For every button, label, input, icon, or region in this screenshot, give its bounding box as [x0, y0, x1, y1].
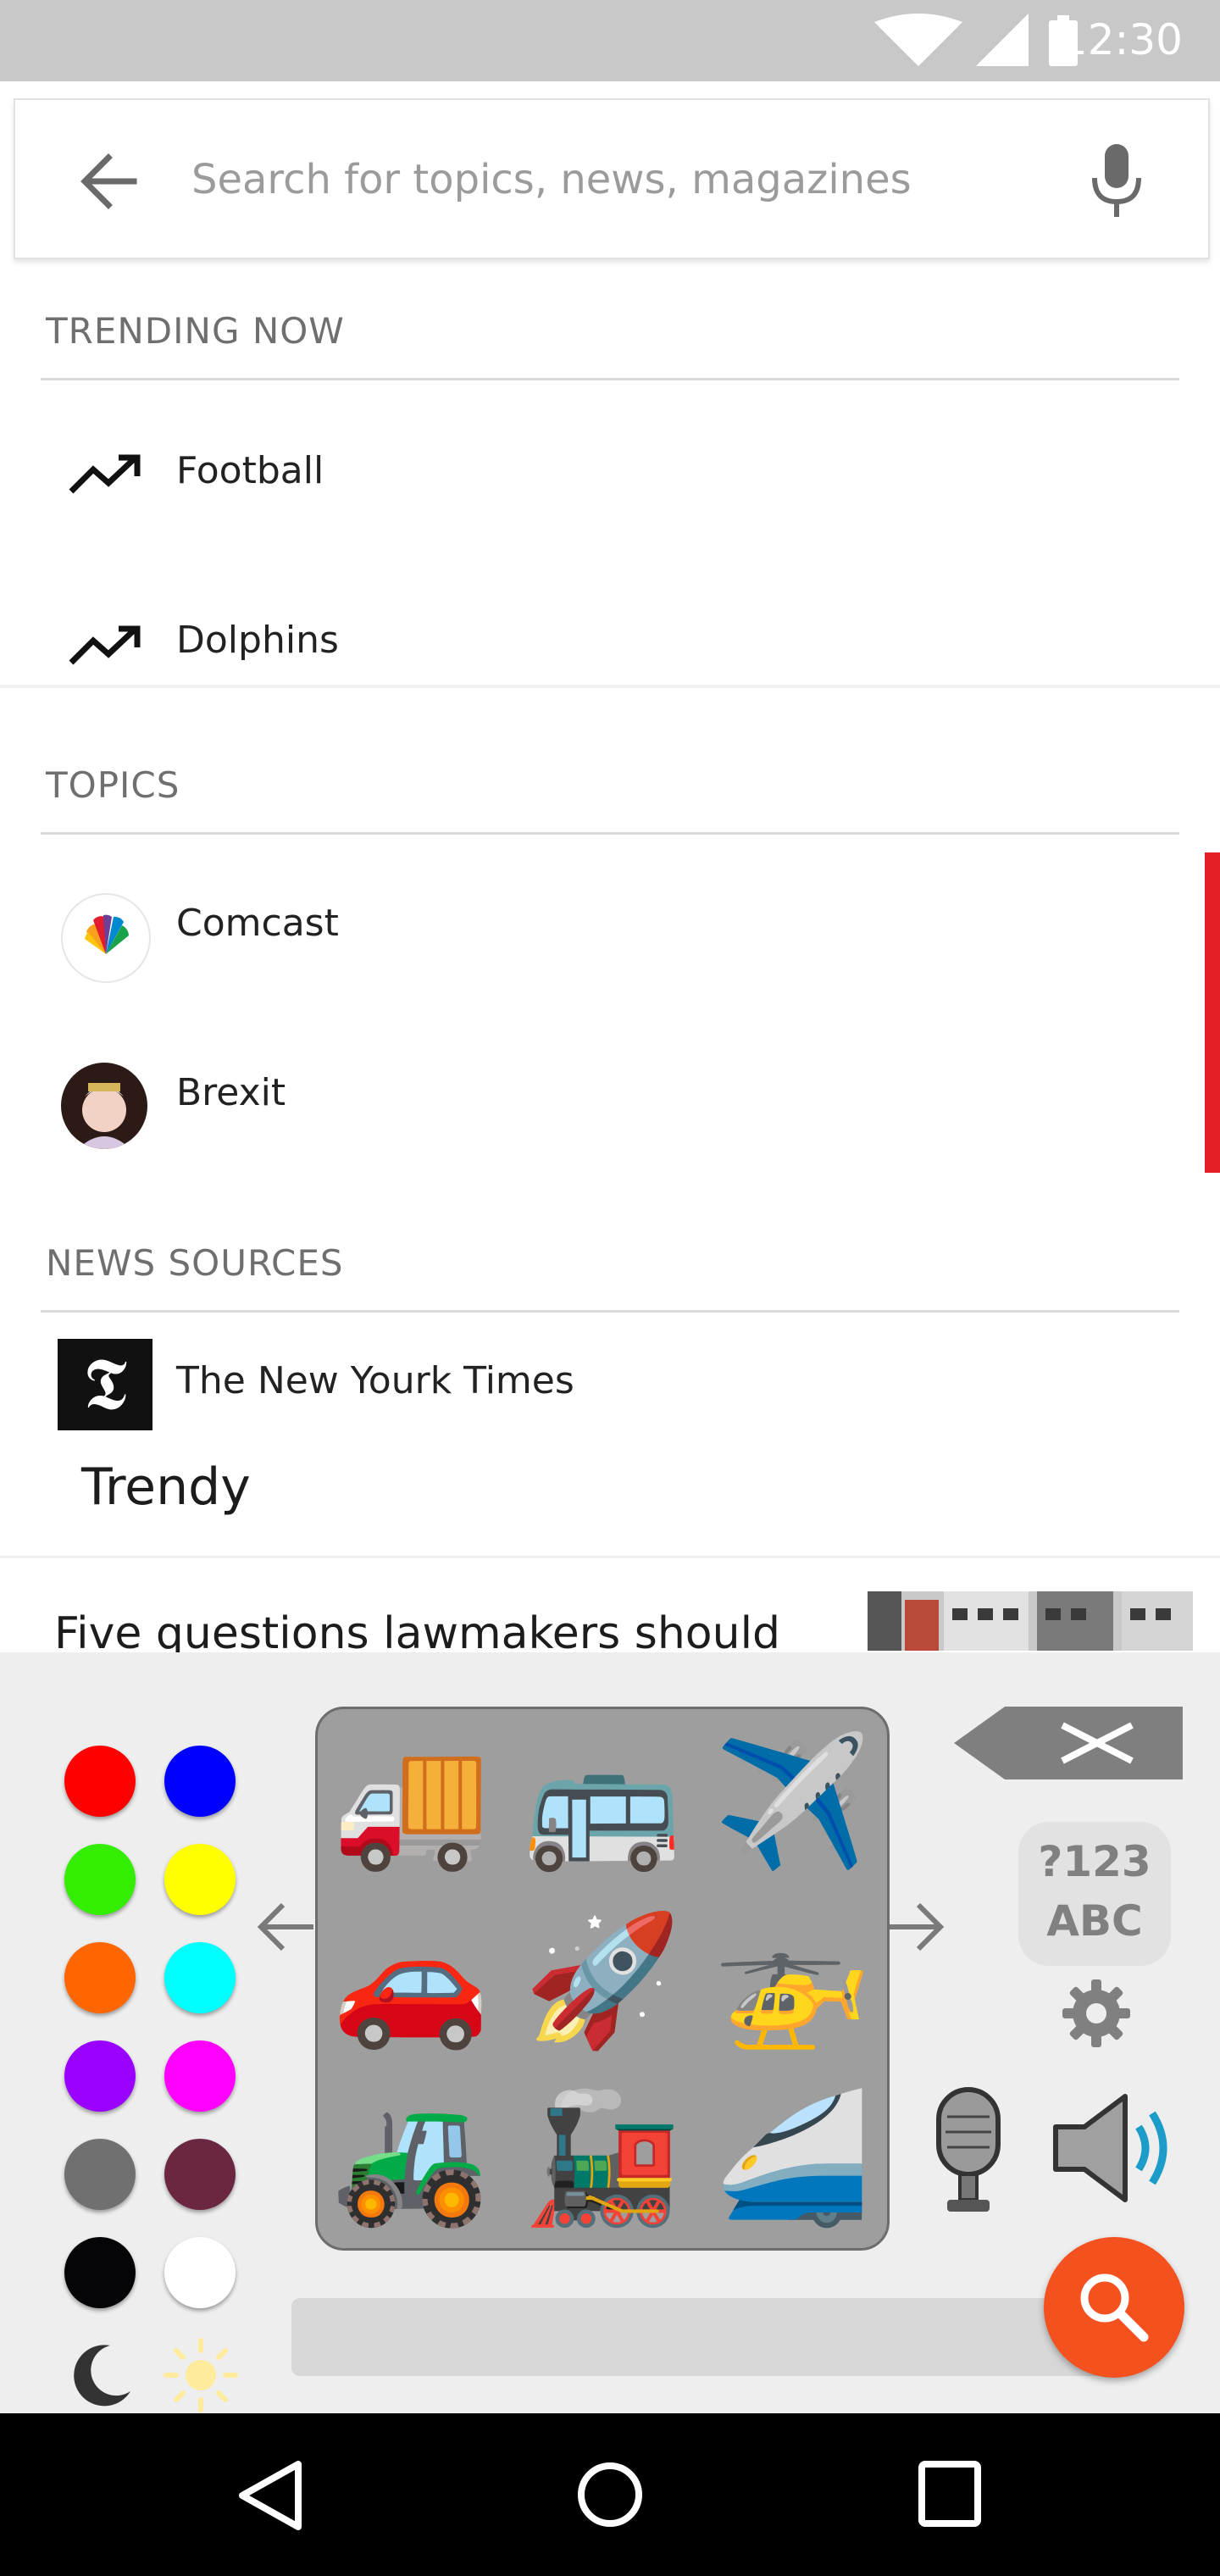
story-thumbnail[interactable] — [868, 1591, 1193, 1651]
status-bar: 12:30 — [0, 0, 1220, 81]
search-fab-button[interactable] — [1044, 2237, 1184, 2378]
feed-divider — [0, 1556, 1220, 1558]
back-arrow-icon — [80, 153, 137, 209]
color-swatch-purple[interactable] — [64, 2040, 136, 2112]
news-sources-header: NEWS SOURCES — [46, 1242, 344, 1284]
voice-search-button[interactable] — [1074, 139, 1159, 224]
news-sources-divider — [41, 1310, 1179, 1313]
system-nav-bar — [0, 2413, 1220, 2576]
news-source-item-nyt[interactable]: 𝕿 The New Yourk Times — [0, 1330, 1220, 1441]
topics-divider — [41, 832, 1179, 835]
bullet-train-emoji[interactable]: 🚄 — [707, 2082, 877, 2235]
trending-header: TRENDING NOW — [46, 310, 345, 352]
sun-icon[interactable] — [163, 2337, 239, 2413]
helicopter-emoji[interactable]: 🚁 — [707, 1904, 877, 2057]
car-emoji[interactable]: 🚗 — [326, 1904, 496, 2057]
next-page-arrow[interactable] — [881, 1893, 949, 1978]
color-swatch-orange[interactable] — [64, 1942, 136, 2013]
news-source-label: The New Yourk Times — [176, 1359, 574, 1402]
topic-item-label: Brexit — [176, 1071, 286, 1114]
cellular-icon — [976, 14, 1029, 66]
nav-home-icon[interactable] — [569, 2457, 651, 2539]
trending-item-label: Football — [176, 449, 324, 492]
topics-header: TOPICS — [46, 764, 180, 806]
truck-emoji[interactable]: 🚚 — [326, 1726, 496, 1879]
trending-up-icon — [69, 454, 141, 494]
color-swatch-white[interactable] — [164, 2237, 236, 2308]
feed-title: Trendy — [81, 1457, 251, 1517]
wifi-icon — [874, 14, 962, 66]
mode-key-letters: ABC — [1046, 1896, 1143, 1946]
color-swatch-black[interactable] — [64, 2237, 136, 2308]
section-separator — [0, 685, 1220, 688]
trending-up-icon — [69, 625, 141, 665]
topic-item-comcast[interactable]: Comcast — [0, 873, 1178, 991]
color-swatch-maroon[interactable] — [164, 2139, 236, 2210]
status-time: 12:30 — [1060, 15, 1183, 64]
bus-emoji[interactable]: 🚌 — [518, 1726, 687, 1879]
topic-item-label: Comcast — [176, 902, 339, 945]
trending-item-football[interactable]: Football — [0, 407, 1220, 542]
emoji-keyboard: 🚚 🚌 ✈️ 🚗 🚀 🚁 🚜 🚂 🚄 ?123 ABC — [0, 1652, 1220, 2413]
microphone-icon[interactable] — [913, 2083, 1023, 2218]
nyt-logo-icon: 𝕿 — [58, 1339, 152, 1430]
queen-portrait-avatar — [61, 1063, 147, 1149]
nav-back-icon[interactable] — [229, 2457, 313, 2534]
search-card — [14, 98, 1210, 259]
keyboard-text-field[interactable] — [291, 2298, 1122, 2376]
backspace-icon[interactable] — [954, 1705, 1188, 1781]
color-swatch-magenta[interactable] — [164, 2040, 236, 2112]
search-input[interactable] — [190, 142, 1023, 217]
mode-key-numbers: ?123 — [1038, 1837, 1151, 1886]
speaker-icon[interactable] — [1047, 2085, 1183, 2212]
partial-card-edge — [1205, 852, 1220, 1173]
tractor-emoji[interactable]: 🚜 — [326, 2082, 496, 2235]
back-button[interactable] — [75, 147, 159, 215]
signal-icons — [874, 14, 1078, 66]
microphone-icon — [1092, 144, 1141, 217]
gear-icon[interactable] — [1059, 1976, 1134, 2051]
prev-page-arrow[interactable] — [252, 1893, 320, 1978]
color-swatch-red[interactable] — [64, 1746, 136, 1817]
search-icon — [1080, 2273, 1149, 2342]
color-swatch-cyan[interactable] — [164, 1942, 236, 2013]
airplane-emoji[interactable]: ✈️ — [707, 1726, 877, 1879]
mode-switch-key[interactable]: ?123 ABC — [1018, 1822, 1171, 1966]
rocket-emoji[interactable]: 🚀 — [518, 1904, 687, 2057]
trending-divider — [41, 378, 1179, 380]
nbc-peacock-icon — [61, 893, 151, 983]
color-swatch-blue[interactable] — [164, 1746, 236, 1817]
trending-item-dolphins[interactable]: Dolphins — [0, 576, 1220, 712]
trending-item-label: Dolphins — [176, 619, 339, 662]
story-headline[interactable]: Five questions lawmakers should — [54, 1608, 780, 1659]
emoji-grid: 🚚 🚌 ✈️ 🚗 🚀 🚁 🚜 🚂 🚄 — [315, 1707, 890, 2251]
locomotive-emoji[interactable]: 🚂 — [518, 2082, 687, 2235]
moon-icon[interactable] — [64, 2339, 136, 2410]
nav-recents-icon[interactable] — [913, 2457, 990, 2534]
topic-item-brexit[interactable]: Brexit — [0, 1042, 1178, 1161]
color-swatch-gray[interactable] — [64, 2139, 136, 2210]
color-swatch-yellow[interactable] — [164, 1844, 236, 1915]
color-swatch-green[interactable] — [64, 1844, 136, 1915]
